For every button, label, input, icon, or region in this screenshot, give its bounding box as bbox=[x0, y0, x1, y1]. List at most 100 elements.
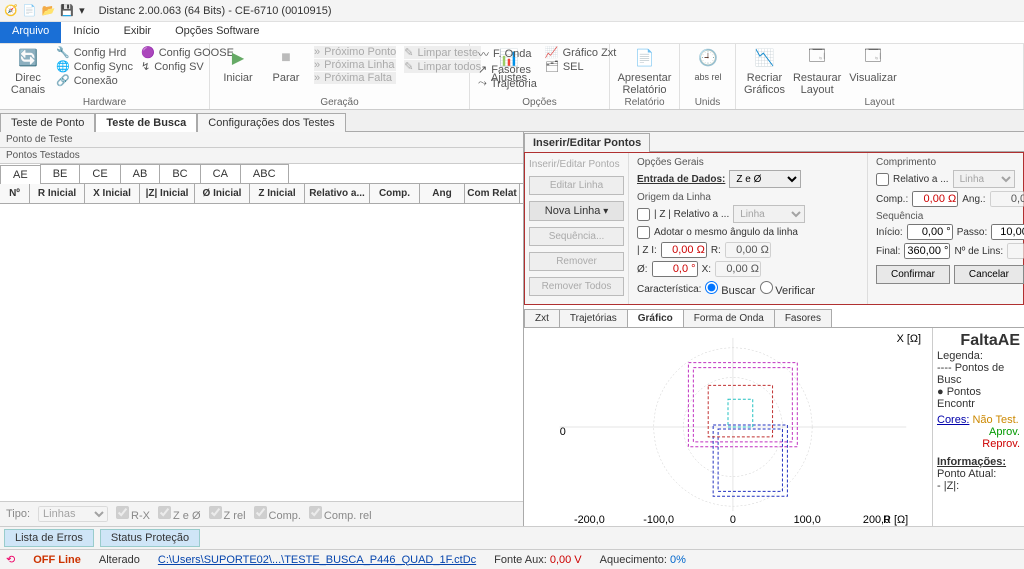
report-icon: 📄 bbox=[633, 46, 657, 70]
z-relativo-linha-select[interactable]: Linha bbox=[733, 205, 805, 223]
layout-icon: 🗔 bbox=[805, 46, 829, 70]
proxima-linha-link[interactable]: » Próxima Linha bbox=[314, 59, 396, 71]
visualizar-button[interactable]: 🗔Visualizar bbox=[849, 46, 897, 84]
relativo-a-check[interactable] bbox=[876, 173, 889, 186]
fault-tab-abc[interactable]: ABC bbox=[240, 164, 289, 183]
ponto-teste-header: Ponto de Teste bbox=[0, 132, 523, 148]
tab-exibir[interactable]: Exibir bbox=[112, 22, 164, 43]
r-input bbox=[725, 242, 771, 258]
unids-button[interactable]: 🕘abs rel bbox=[688, 46, 728, 82]
direc-canais-button[interactable]: 🔄 Direc Canais bbox=[8, 46, 48, 96]
cancelar-button[interactable]: Cancelar bbox=[954, 265, 1024, 284]
charttab-traj[interactable]: Trajetórias bbox=[559, 309, 628, 327]
svg-text:0: 0 bbox=[560, 426, 566, 438]
parar-button[interactable]: ■Parar bbox=[266, 46, 306, 84]
zxt-link[interactable]: 📈 Gráfico Zxt bbox=[545, 46, 617, 59]
new-icon[interactable]: 📄 bbox=[23, 5, 37, 17]
col-header: Ang bbox=[420, 184, 465, 203]
pontos-testados-header: Pontos Testados bbox=[0, 148, 523, 164]
config-sync-link[interactable]: 🌐Config Sync bbox=[56, 60, 133, 73]
comp-input[interactable] bbox=[912, 191, 958, 207]
fault-tab-ce[interactable]: CE bbox=[79, 164, 120, 183]
col-header: Com Relat bbox=[465, 184, 520, 203]
rx-check[interactable]: R-X bbox=[116, 506, 150, 522]
recriar-graficos-button[interactable]: 📉Recriar Gráficos bbox=[744, 46, 785, 96]
buscar-radio[interactable]: Buscar bbox=[705, 281, 755, 297]
col-header: Z Inicial bbox=[250, 184, 305, 203]
config-hrd-link[interactable]: 🔧Config Hrd bbox=[56, 46, 133, 59]
z-relativo-check[interactable] bbox=[637, 208, 650, 221]
zeo-check[interactable]: Z e Ø bbox=[158, 506, 201, 522]
lista-erros-tab[interactable]: Lista de Erros bbox=[4, 529, 94, 547]
svg-text:0: 0 bbox=[730, 514, 736, 526]
col-header: Comp. bbox=[370, 184, 420, 203]
relativo-linha-select[interactable]: Linha bbox=[953, 170, 1015, 188]
subtab-teste-busca[interactable]: Teste de Busca bbox=[95, 113, 197, 132]
chip-icon: 🔧 bbox=[56, 46, 70, 59]
sync-icon: 🌐 bbox=[56, 60, 70, 73]
izi-input[interactable] bbox=[661, 242, 707, 258]
restaurar-layout-button[interactable]: 🗔Restaurar Layout bbox=[793, 46, 841, 96]
impedance-chart[interactable]: X [Ω] R [Ω] 0 -200,0-100,00100,0200,0 bbox=[524, 328, 932, 526]
stop-icon: ■ bbox=[274, 46, 298, 70]
tab-inicio[interactable]: Início bbox=[61, 22, 111, 43]
remover-button[interactable]: Remover bbox=[529, 252, 624, 271]
zrel-check[interactable]: Z rel bbox=[209, 506, 246, 522]
charttab-zxt[interactable]: Zxt bbox=[524, 309, 560, 327]
app-icon: 🧭 bbox=[4, 5, 18, 17]
svg-text:100,0: 100,0 bbox=[794, 514, 821, 526]
fault-tab-be[interactable]: BE bbox=[40, 164, 81, 183]
charttab-grafico[interactable]: Gráfico bbox=[627, 309, 684, 327]
col-header: R Inicial bbox=[30, 184, 85, 203]
apresentar-relatorio-button[interactable]: 📄Apresentar Relatório bbox=[618, 46, 671, 96]
fault-tab-ae[interactable]: AE bbox=[0, 165, 41, 184]
confirmar-button[interactable]: Confirmar bbox=[876, 265, 950, 284]
subtab-teste-ponto[interactable]: Teste de Ponto bbox=[0, 113, 95, 132]
tipo-select[interactable]: Linhas bbox=[38, 506, 108, 522]
remover-todos-button[interactable]: Remover Todos bbox=[529, 277, 624, 296]
open-icon[interactable]: 📂 bbox=[42, 5, 56, 17]
comp-check[interactable]: Comp. bbox=[254, 506, 301, 522]
inserir-editar-tab[interactable]: Inserir/Editar Pontos bbox=[524, 133, 650, 152]
proximo-ponto-link[interactable]: » Próximo Ponto bbox=[314, 46, 396, 58]
svg-text:-200,0: -200,0 bbox=[574, 514, 605, 526]
conexao-link[interactable]: 🔗Conexão bbox=[56, 74, 133, 87]
connection-status: OFF Line bbox=[33, 554, 81, 566]
passo-input[interactable] bbox=[991, 224, 1024, 240]
status-protecao-tab[interactable]: Status Proteção bbox=[100, 529, 200, 547]
nova-linha-button[interactable]: Nova Linha ▾ bbox=[529, 201, 624, 221]
editar-linha-button[interactable]: Editar Linha bbox=[529, 176, 624, 195]
inicio-input[interactable] bbox=[907, 224, 953, 240]
trajetoria-link[interactable]: ⤳ Trajetória bbox=[478, 77, 537, 90]
fasores-link[interactable]: ↗ Fasores bbox=[478, 63, 537, 76]
fault-tab-ca[interactable]: CA bbox=[200, 164, 241, 183]
dropdown-icon[interactable]: ▾ bbox=[79, 5, 85, 17]
col-header: Nº bbox=[0, 184, 30, 203]
legend-pontos-busca: ---- Pontos de Busc bbox=[937, 362, 1020, 386]
iniciar-button[interactable]: ▶Iniciar bbox=[218, 46, 258, 84]
tab-opcoes[interactable]: Opções Software bbox=[163, 22, 271, 43]
refresh-icon: 🔄 bbox=[16, 46, 40, 70]
phi-input[interactable] bbox=[652, 261, 698, 277]
x-input bbox=[715, 261, 761, 277]
svg-text:200,0: 200,0 bbox=[863, 514, 890, 526]
fault-tab-ab[interactable]: AB bbox=[120, 164, 161, 183]
sel-link[interactable]: 🗂 SEL bbox=[545, 60, 617, 73]
results-grid[interactable] bbox=[0, 204, 523, 501]
final-input[interactable] bbox=[904, 243, 950, 259]
compr-check[interactable]: Comp. rel bbox=[309, 506, 372, 522]
entrada-dados-select[interactable]: Z e Ø bbox=[729, 170, 801, 188]
fonda-link[interactable]: 〰 F. Onda bbox=[478, 46, 537, 62]
verificar-radio[interactable]: Verificar bbox=[760, 281, 816, 297]
subtab-config-testes[interactable]: Configurações dos Testes bbox=[197, 113, 345, 132]
charttab-fonda[interactable]: Forma de Onda bbox=[683, 309, 775, 327]
sequencia-button[interactable]: Sequência... bbox=[529, 227, 624, 246]
fault-tab-bc[interactable]: BC bbox=[159, 164, 200, 183]
file-path-link[interactable]: C:\Users\SUPORTE02\...\TESTE_BUSCA_P446_… bbox=[158, 554, 476, 566]
save-icon[interactable]: 💾 bbox=[60, 5, 74, 17]
proxima-falta-link[interactable]: » Próxima Falta bbox=[314, 72, 396, 84]
adotar-angulo-check[interactable] bbox=[637, 226, 650, 239]
refresh-status-icon[interactable]: ⟲ bbox=[6, 553, 15, 566]
tab-arquivo[interactable]: Arquivo bbox=[0, 22, 61, 43]
charttab-fasores[interactable]: Fasores bbox=[774, 309, 832, 327]
